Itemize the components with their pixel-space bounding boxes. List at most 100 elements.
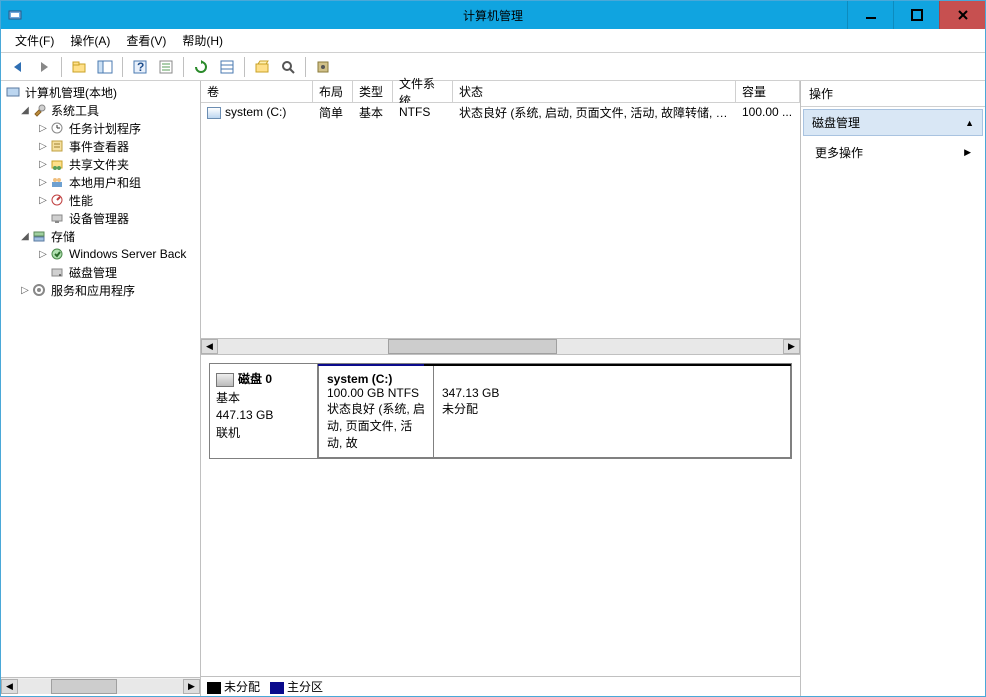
scroll-track[interactable] — [18, 679, 183, 694]
minimize-button[interactable] — [847, 1, 893, 29]
tree-system-tools[interactable]: ◢ 系统工具 — [1, 101, 200, 119]
maximize-button[interactable] — [893, 1, 939, 29]
services-icon — [31, 282, 47, 298]
svg-text:?: ? — [137, 60, 144, 74]
tree-storage[interactable]: ◢ 存储 — [1, 227, 200, 245]
tree-shared-folders[interactable]: ▷ 共享文件夹 — [1, 155, 200, 173]
column-type[interactable]: 类型 — [353, 81, 393, 102]
column-status[interactable]: 状态 — [453, 81, 736, 102]
collapse-icon[interactable]: ◢ — [19, 231, 31, 242]
tree-label: 性能 — [67, 192, 95, 209]
scroll-thumb[interactable] — [388, 339, 558, 354]
window-title: 计算机管理 — [463, 7, 523, 24]
events-icon — [49, 138, 65, 154]
legend-unallocated: 未分配 — [207, 678, 260, 695]
tree-label: 系统工具 — [49, 102, 101, 119]
scroll-thumb[interactable] — [51, 679, 117, 694]
partition-unallocated[interactable]: 347.13 GB 未分配 — [434, 366, 791, 458]
settings-icon[interactable] — [312, 56, 334, 78]
disk-info: 磁盘 0 基本 447.13 GB 联机 — [210, 364, 318, 458]
disk-graphical-view[interactable]: 磁盘 0 基本 447.13 GB 联机 system (C:) 100.00 … — [201, 355, 800, 676]
forward-button[interactable] — [33, 56, 55, 78]
tree-root[interactable]: 计算机管理(本地) — [1, 83, 200, 101]
tree-task-scheduler[interactable]: ▷任务计划程序 — [1, 119, 200, 137]
back-button[interactable] — [7, 56, 29, 78]
volume-list[interactable]: system (C:) 简单 基本 NTFS 状态良好 (系统, 启动, 页面文… — [201, 103, 800, 338]
partition-primary[interactable]: system (C:) 100.00 GB NTFS 状态良好 (系统, 启动,… — [318, 366, 434, 458]
legend: 未分配 主分区 — [201, 676, 800, 696]
actions-header: 操作 — [801, 81, 985, 107]
tree-event-viewer[interactable]: ▷ 事件查看器 — [1, 137, 200, 155]
menu-bar: 文件(F) 操作(A) 查看(V) 帮助(H) — [1, 29, 985, 53]
volume-icon — [207, 107, 221, 119]
chevron-right-icon: ▶ — [964, 147, 971, 158]
scroll-right-icon[interactable]: ▶ — [183, 679, 200, 694]
volume-row[interactable]: system (C:) 简单 基本 NTFS 状态良好 (系统, 启动, 页面文… — [201, 103, 800, 121]
title-bar: 计算机管理 — [1, 1, 985, 29]
refresh-icon[interactable] — [190, 56, 212, 78]
actions-more[interactable]: 更多操作 ▶ — [801, 138, 985, 167]
tree-label: 存储 — [49, 228, 77, 245]
column-layout[interactable]: 布局 — [313, 81, 353, 102]
column-filesystem[interactable]: 文件系统 — [393, 81, 453, 102]
expand-icon[interactable]: ▷ — [37, 141, 49, 152]
tree-services-apps[interactable]: ▷ 服务和应用程序 — [1, 281, 200, 299]
swatch-primary-icon — [270, 682, 284, 694]
navigation-tree[interactable]: 计算机管理(本地) ◢ 系统工具 ▷任务计划程序 ▷ 事件查看器 — [1, 83, 200, 677]
open-icon[interactable] — [251, 56, 273, 78]
actions-section-label: 磁盘管理 — [812, 114, 860, 131]
search-icon[interactable] — [277, 56, 299, 78]
tree-wsb[interactable]: ▷ Windows Server Back — [1, 245, 200, 263]
column-capacity[interactable]: 容量 — [736, 81, 800, 102]
scroll-right-icon[interactable]: ▶ — [783, 339, 800, 354]
workspace: 计算机管理(本地) ◢ 系统工具 ▷任务计划程序 ▷ 事件查看器 — [1, 81, 985, 696]
scroll-left-icon[interactable]: ◀ — [201, 339, 218, 354]
tree-device-manager[interactable]: 设备管理器 — [1, 209, 200, 227]
partition-status: 未分配 — [442, 400, 782, 417]
cell-type: 基本 — [353, 104, 393, 121]
tools-icon — [31, 102, 47, 118]
collapse-arrow-icon[interactable]: ▲ — [965, 118, 974, 128]
center-pane: 卷 布局 类型 文件系统 状态 容量 system (C:) 简单 基本 NTF… — [201, 81, 801, 696]
performance-icon — [49, 192, 65, 208]
toolbar: ? — [1, 53, 985, 81]
disk-name: 磁盘 0 — [238, 372, 272, 386]
menu-view[interactable]: 查看(V) — [118, 29, 174, 52]
toolbar-separator — [183, 57, 184, 77]
menu-file[interactable]: 文件(F) — [7, 29, 62, 52]
tree-scrollbar[interactable]: ◀ ▶ — [1, 677, 200, 694]
expand-icon[interactable]: ▷ — [37, 195, 49, 206]
cell-fs: NTFS — [393, 105, 453, 119]
disk-block[interactable]: 磁盘 0 基本 447.13 GB 联机 system (C:) 100.00 … — [209, 363, 792, 459]
help-icon[interactable]: ? — [129, 56, 151, 78]
tree-label: 磁盘管理 — [67, 264, 119, 281]
tree-label: Windows Server Back — [67, 247, 188, 261]
scroll-left-icon[interactable]: ◀ — [1, 679, 18, 694]
list-icon[interactable] — [216, 56, 238, 78]
expand-icon[interactable]: ▷ — [37, 159, 49, 170]
tree-performance[interactable]: ▷ 性能 — [1, 191, 200, 209]
expand-icon[interactable]: ▷ — [37, 123, 49, 134]
tree-label: 共享文件夹 — [67, 156, 131, 173]
menu-help[interactable]: 帮助(H) — [174, 29, 231, 52]
tree-local-users[interactable]: ▷本地用户和组 — [1, 173, 200, 191]
column-volume[interactable]: 卷 — [201, 81, 313, 102]
expand-icon[interactable]: ▷ — [37, 249, 49, 260]
tree-label: 事件查看器 — [67, 138, 131, 155]
toolbar-separator — [305, 57, 306, 77]
expand-icon[interactable]: ▷ — [19, 285, 31, 296]
close-button[interactable] — [939, 1, 985, 29]
actions-section[interactable]: 磁盘管理 ▲ — [803, 109, 983, 136]
show-hide-tree-icon[interactable] — [94, 56, 116, 78]
menu-action[interactable]: 操作(A) — [62, 29, 118, 52]
window-controls — [847, 1, 985, 29]
swatch-unallocated-icon — [207, 682, 221, 694]
volume-name: system (C:) — [225, 105, 286, 119]
collapse-icon[interactable]: ◢ — [19, 105, 31, 116]
properties-icon[interactable] — [155, 56, 177, 78]
up-folder-icon[interactable] — [68, 56, 90, 78]
tree-disk-management[interactable]: 磁盘管理 — [1, 263, 200, 281]
volume-scrollbar[interactable]: ◀ ▶ — [201, 338, 800, 355]
scroll-track[interactable] — [218, 339, 783, 354]
expand-icon[interactable]: ▷ — [37, 177, 49, 188]
